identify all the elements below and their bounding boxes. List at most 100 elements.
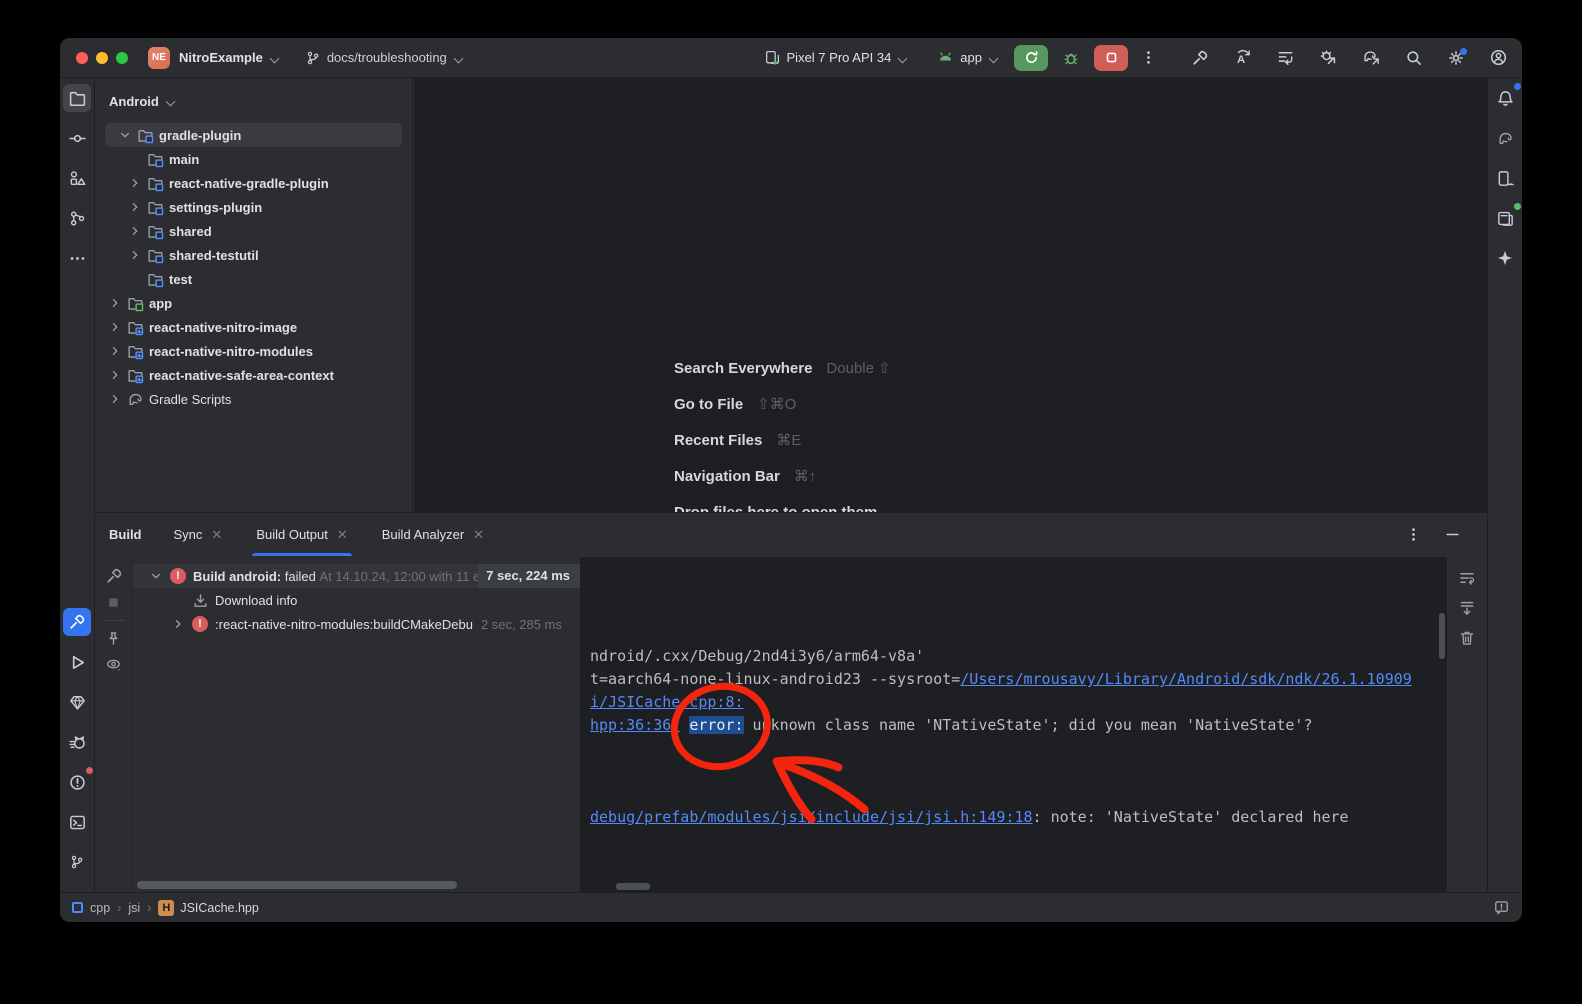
console-file-link[interactable]: /Users/mrousavy/Library/Android/sdk/ndk/…	[960, 670, 1412, 688]
running-devices-tool-button[interactable]	[1491, 204, 1519, 232]
module-folder-blue-icon	[145, 151, 165, 168]
pin-button[interactable]	[105, 630, 122, 647]
notifications-hint-icon[interactable]	[1493, 899, 1510, 916]
project-folder-tool-button[interactable]	[63, 84, 91, 112]
breadcrumb-item[interactable]: JSICache.hpp	[180, 901, 259, 915]
scroll-to-end-button[interactable]	[1458, 599, 1476, 617]
download-icon	[189, 592, 211, 609]
minimize-window-icon[interactable]	[96, 52, 108, 64]
commit-tool-button[interactable]	[63, 124, 91, 152]
search-button[interactable]	[1405, 49, 1423, 67]
branch-selector[interactable]: docs/troubleshooting	[305, 50, 463, 66]
version-control-tool-button[interactable]	[63, 848, 91, 876]
project-badge: NE	[148, 47, 170, 69]
project-tree-item[interactable]: app	[95, 291, 412, 315]
project-tree-item[interactable]: react-native-gradle-plugin	[95, 171, 412, 195]
gemini-sparkle-tool-button[interactable]	[1491, 244, 1519, 272]
build-tab-build-output[interactable]: Build Output✕	[256, 513, 347, 556]
maximize-window-icon[interactable]	[116, 52, 128, 64]
build-tree-row[interactable]: !:react-native-nitro-modules:buildCMakeD…	[133, 612, 580, 636]
settings-gear-button[interactable]	[1447, 49, 1465, 67]
build-console[interactable]: ndroid/.cxx/Debug/2nd4i3y6/arm64-v8a't=a…	[580, 557, 1447, 892]
user-avatar-button[interactable]	[1489, 48, 1508, 67]
run-configuration-selector[interactable]: app	[937, 49, 998, 66]
build-tool-hammer-tool-button[interactable]	[63, 608, 91, 636]
attach-debugger-button[interactable]	[1319, 48, 1338, 67]
console-text: : note: 'NativeState' declared here	[1033, 808, 1349, 826]
library-folder-icon	[125, 319, 145, 336]
project-tree-item[interactable]: shared	[95, 219, 412, 243]
device-selector[interactable]: Pixel 7 Pro API 34	[764, 49, 908, 66]
project-view-selector[interactable]: Android	[95, 78, 412, 112]
titlebar: NE NitroExample docs/troubleshooting Pix…	[60, 38, 1522, 78]
chevron-right-icon	[128, 248, 142, 262]
stop-button[interactable]	[1094, 45, 1128, 71]
build-tab-build-analyzer[interactable]: Build Analyzer✕	[382, 513, 484, 556]
shortcut-hint-row: Recent Files⌘E	[674, 422, 891, 458]
close-tab-icon[interactable]: ✕	[211, 527, 222, 543]
project-tree-item[interactable]: test	[95, 267, 412, 291]
run-play-tool-button[interactable]	[63, 648, 91, 676]
build-options-button[interactable]	[1405, 526, 1422, 543]
rerun-button[interactable]	[1014, 45, 1048, 71]
build-tree-row[interactable]: !Build android: failed At 14.10.24, 12:0…	[133, 564, 580, 588]
breadcrumb-item[interactable]: jsi	[128, 901, 140, 915]
chevron-slot	[125, 224, 145, 238]
project-tree-item[interactable]: react-native-nitro-image	[95, 315, 412, 339]
chevron-slot	[105, 344, 125, 358]
chevron-down-icon	[455, 54, 463, 62]
hide-tool-window-button[interactable]	[1444, 526, 1461, 543]
preview-eye-button[interactable]	[105, 656, 122, 673]
chevron-right-icon	[128, 176, 142, 190]
project-selector[interactable]: NitroExample	[179, 50, 279, 65]
rerun-build-hammer-button[interactable]	[105, 567, 123, 585]
project-tree-item[interactable]: gradle-plugin	[105, 123, 402, 147]
project-tree-item[interactable]: Gradle Scripts	[95, 387, 412, 411]
logcat-cat-tool-button[interactable]	[63, 728, 91, 756]
project-tree-item[interactable]: react-native-safe-area-context	[95, 363, 412, 387]
stop-disabled-button[interactable]	[105, 594, 122, 611]
horizontal-scrollbar[interactable]	[616, 883, 650, 890]
problems-tool-button[interactable]	[63, 768, 91, 796]
project-tree-item[interactable]: react-native-nitro-modules	[95, 339, 412, 363]
console-file-link[interactable]: hpp:36:36:	[590, 716, 680, 734]
close-tab-icon[interactable]: ✕	[337, 527, 348, 543]
gradle-sync-button[interactable]	[1362, 48, 1381, 67]
project-tree-item[interactable]: settings-plugin	[95, 195, 412, 219]
horizontal-scrollbar[interactable]	[137, 881, 457, 889]
app-insights-gem-tool-button[interactable]	[63, 688, 91, 716]
sync-translate-button[interactable]: A	[1233, 48, 1252, 67]
build-tool-window: Build Sync✕Build Output✕Build Analyzer✕ …	[95, 512, 1487, 892]
notifications-bell-tool-button[interactable]	[1491, 84, 1519, 112]
terminal-tool-button[interactable]	[63, 808, 91, 836]
build-step-label: :react-native-nitro-modules:buildCMakeDe…	[215, 617, 473, 632]
build-hammer-button[interactable]	[1191, 49, 1209, 67]
project-tree-item[interactable]: shared-testutil	[95, 243, 412, 267]
resource-manager-tool-button[interactable]	[63, 164, 91, 192]
close-tab-icon[interactable]: ✕	[473, 527, 484, 543]
error-badge-icon: !	[167, 568, 189, 584]
close-window-icon[interactable]	[76, 52, 88, 64]
tree-item-label: settings-plugin	[169, 200, 262, 215]
gradle-elephant-tool-button[interactable]	[1491, 124, 1519, 152]
project-tree-item[interactable]: main	[95, 147, 412, 171]
more-actions-button[interactable]	[1140, 49, 1157, 66]
breadcrumb-item[interactable]: cpp	[90, 901, 110, 915]
titlebar-right-icons: A	[1191, 48, 1508, 67]
build-variants-button[interactable]	[1276, 48, 1295, 67]
clear-all-trash-button[interactable]	[1458, 629, 1476, 647]
debug-button[interactable]	[1062, 49, 1080, 67]
module-folder-green-icon	[125, 295, 145, 312]
hpp-file-icon: H	[158, 900, 174, 916]
vertical-scrollbar[interactable]	[1439, 613, 1445, 659]
soft-wrap-button[interactable]	[1458, 569, 1476, 587]
console-file-link[interactable]: debug/prefab/modules/jsi/include/jsi/jsi…	[590, 808, 1033, 826]
build-tree-row[interactable]: Download info	[133, 588, 580, 612]
more-tools-tool-button[interactable]	[63, 244, 91, 272]
vcs-graph-tool-button[interactable]	[63, 204, 91, 232]
tree-item-label: shared	[169, 224, 212, 239]
console-file-link[interactable]: i/JSICache.cpp:8:	[590, 693, 744, 711]
device-manager-tool-button[interactable]	[1491, 164, 1519, 192]
breadcrumb-separator: ›	[117, 901, 121, 915]
build-tab-sync[interactable]: Sync✕	[174, 513, 223, 556]
